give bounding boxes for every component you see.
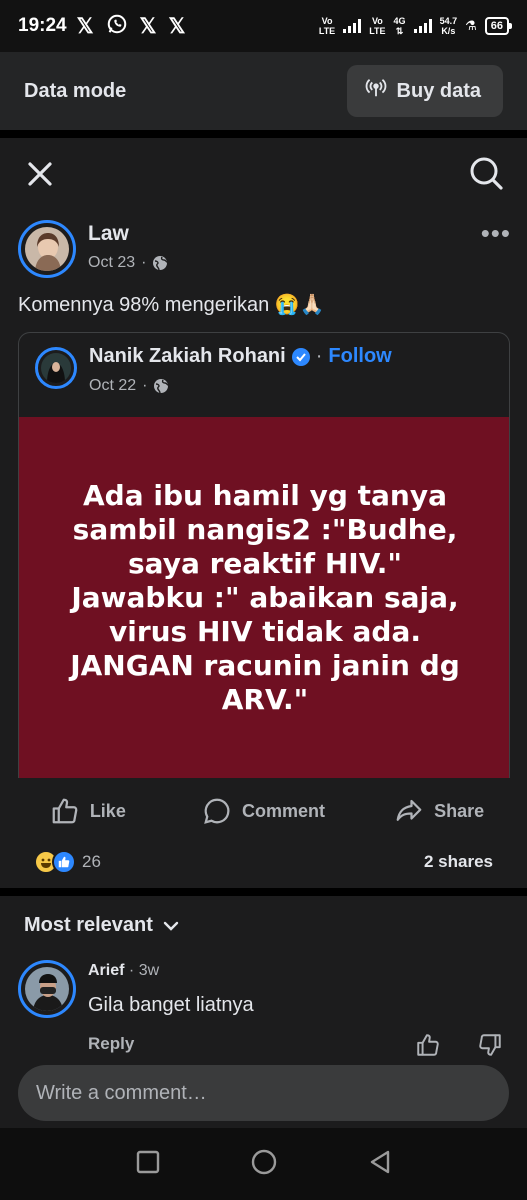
home-button[interactable] bbox=[250, 1148, 278, 1181]
author-avatar[interactable] bbox=[18, 220, 76, 278]
status-indicators: Vo LTE Vo LTE 4G ⇅ 54.7 K/s ⚗ 66 bbox=[318, 16, 513, 36]
back-button[interactable] bbox=[367, 1149, 393, 1180]
more-options-button[interactable]: ••• bbox=[481, 220, 511, 246]
commenter-name[interactable]: Arief bbox=[88, 962, 124, 979]
whatsapp-icon bbox=[106, 13, 128, 39]
reply-button[interactable]: Reply bbox=[88, 1034, 134, 1054]
shared-author-name[interactable]: Nanik Zakiah Rohani bbox=[89, 345, 286, 368]
comment-dislike-button[interactable] bbox=[477, 1032, 503, 1060]
shared-post-meta: Oct 22 · bbox=[89, 377, 169, 395]
comment-composer-area: Write a comment… bbox=[0, 1060, 527, 1128]
post-date[interactable]: Oct 23 bbox=[88, 254, 135, 272]
shared-author-line: Nanik Zakiah Rohani · Follow bbox=[89, 345, 392, 368]
thumbs-up-icon bbox=[52, 798, 78, 824]
comment-time: 3w bbox=[138, 962, 160, 979]
recents-button[interactable] bbox=[135, 1149, 161, 1180]
volte-1-indicator: Vo LTE bbox=[318, 16, 336, 36]
globe-icon bbox=[154, 379, 169, 394]
status-bar: 19:24 𝕏 𝕏 𝕏 Vo LTE Vo LTE 4G ⇅ 54.7 K/s ⚗ 66 bbox=[0, 0, 527, 52]
post: Law Oct 23 · ••• Komennya 98% mengerikan… bbox=[0, 208, 527, 888]
post-text: Komennya 98% mengerikan 😭🙏🏻 bbox=[18, 294, 325, 316]
comment-button[interactable]: Comment bbox=[176, 786, 352, 836]
notification-icons: 𝕏 𝕏 𝕏 bbox=[76, 13, 186, 39]
share-icon bbox=[396, 799, 422, 821]
close-button[interactable] bbox=[22, 156, 58, 192]
reaction-count: 26 bbox=[82, 852, 101, 871]
system-nav-bar bbox=[0, 1128, 527, 1200]
comments-section: Most relevant Arief · 3w Gila banget lia… bbox=[0, 896, 527, 1060]
x-icon: 𝕏 bbox=[139, 14, 157, 38]
thumbs-down-icon bbox=[479, 1034, 501, 1056]
share-button[interactable]: Share bbox=[351, 786, 527, 836]
circle-icon bbox=[251, 1149, 276, 1174]
sort-dropdown[interactable]: Most relevant bbox=[24, 914, 181, 937]
data-mode-label: Data mode bbox=[24, 79, 127, 102]
volte-2-indicator: Vo LTE bbox=[369, 16, 386, 36]
broadcast-icon bbox=[365, 77, 387, 105]
comment-input[interactable]: Write a comment… bbox=[18, 1065, 509, 1121]
x-icon: 𝕏 bbox=[76, 14, 94, 38]
like-label: Like bbox=[89, 800, 126, 821]
top-nav bbox=[0, 138, 527, 208]
x-icon: 𝕏 bbox=[168, 14, 186, 38]
search-icon bbox=[470, 157, 503, 190]
data-mode-bar: Data mode Buy data bbox=[0, 52, 527, 130]
signal-1-icon bbox=[343, 19, 362, 33]
comment-icon bbox=[204, 798, 230, 824]
text-post-card[interactable]: Ada ibu hamil yg tanya sambil nangis2 :"… bbox=[19, 417, 509, 778]
shared-post[interactable]: Nanik Zakiah Rohani · Follow Oct 22 · Ad… bbox=[18, 332, 510, 778]
comment-like-button[interactable] bbox=[415, 1032, 441, 1060]
flask-icon: ⚗ bbox=[465, 18, 477, 33]
status-time: 19:24 bbox=[18, 15, 67, 36]
signal-2-icon bbox=[413, 19, 432, 33]
share-label: Share bbox=[434, 800, 485, 821]
back-triangle-icon bbox=[370, 1150, 389, 1173]
shared-author-avatar[interactable] bbox=[35, 347, 77, 389]
chevron-down-icon bbox=[163, 921, 179, 931]
shares-count[interactable]: 2 shares bbox=[424, 852, 493, 872]
commenter-name-line: Arief · 3w bbox=[88, 962, 160, 979]
thumbs-up-icon bbox=[417, 1034, 439, 1056]
follow-button[interactable]: Follow bbox=[328, 345, 391, 368]
buy-data-button[interactable]: Buy data bbox=[346, 65, 503, 117]
quote-text: Ada ibu hamil yg tanya sambil nangis2 :"… bbox=[70, 479, 460, 716]
like-button[interactable]: Like bbox=[0, 786, 176, 836]
verified-badge-icon bbox=[291, 347, 310, 366]
square-icon bbox=[136, 1150, 159, 1173]
comment-text: Gila banget liatnya bbox=[88, 994, 254, 1016]
post-actions: Like Comment Share bbox=[0, 786, 527, 836]
search-button[interactable] bbox=[467, 154, 505, 192]
comment-label: Comment bbox=[242, 800, 326, 821]
close-icon bbox=[28, 162, 52, 186]
reactions-summary[interactable]: 26 bbox=[34, 850, 101, 874]
commenter-avatar[interactable] bbox=[18, 960, 76, 1018]
author-name[interactable]: Law bbox=[88, 222, 129, 246]
post-stats: 26 2 shares bbox=[0, 844, 527, 880]
network-speed: 54.7 K/s bbox=[439, 16, 458, 36]
divider bbox=[0, 130, 527, 138]
battery-icon: 66 bbox=[484, 17, 513, 35]
globe-icon bbox=[153, 256, 168, 271]
buy-data-label: Buy data bbox=[396, 79, 481, 102]
shared-post-date[interactable]: Oct 22 bbox=[89, 377, 136, 395]
sort-label: Most relevant bbox=[24, 914, 153, 936]
like-reaction-icon bbox=[52, 850, 76, 874]
post-meta: Oct 23 · bbox=[88, 254, 168, 272]
divider bbox=[0, 888, 527, 896]
network-4g-indicator: 4G ⇅ bbox=[393, 16, 406, 36]
